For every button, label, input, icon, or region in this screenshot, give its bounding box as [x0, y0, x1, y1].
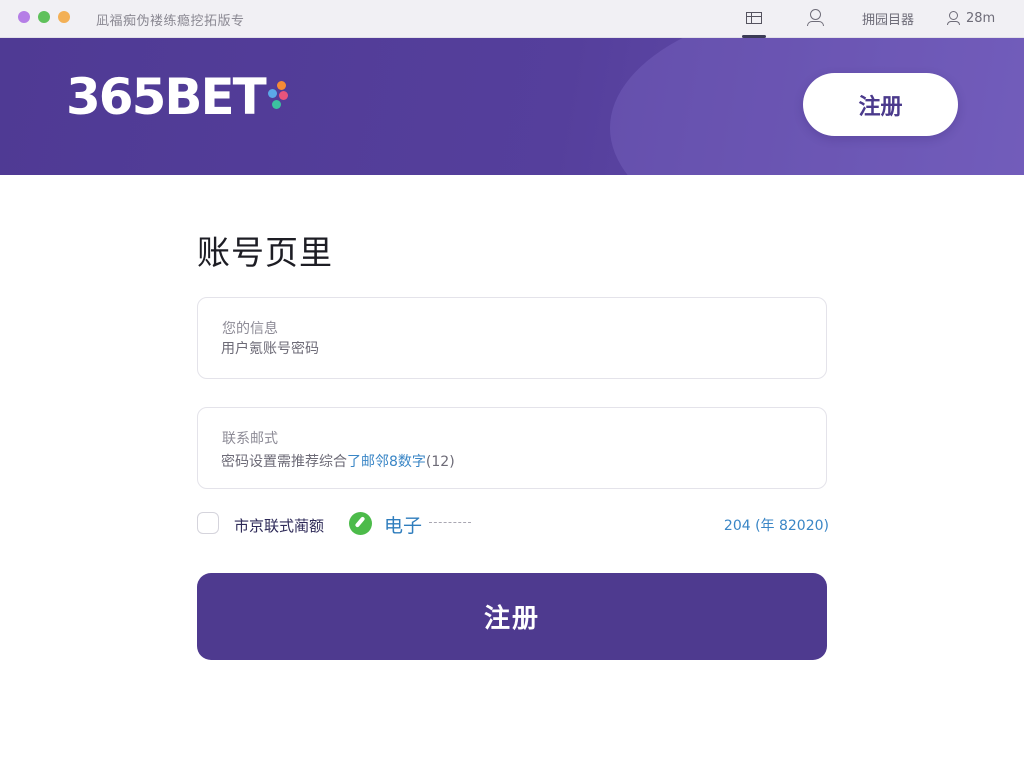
toolbar-account-label: 28m — [966, 10, 996, 26]
user-icon — [946, 11, 960, 25]
logo-dots-icon — [267, 80, 289, 114]
footnote-text: 204 (年 82020) — [723, 518, 829, 534]
toolbar-account-button[interactable]: 28m — [946, 9, 995, 27]
contact-field-label: 联系邮式 — [222, 431, 278, 447]
user-icon — [806, 9, 824, 27]
contact-hint-tail: (12) — [425, 454, 455, 470]
agree-checkbox[interactable] — [197, 512, 219, 534]
check-circle-icon — [349, 512, 372, 535]
window-controls — [18, 11, 70, 23]
grid-icon — [746, 12, 762, 24]
agree-checkbox-label[interactable]: 市京联式蔺额 — [234, 515, 324, 536]
minimize-window-button[interactable] — [38, 11, 50, 23]
close-window-button[interactable] — [18, 11, 30, 23]
status-label: 电子 — [384, 515, 423, 537]
window-titlebar: 凪福痴伪褛练瘾挖拓版专 拥园目器 28m — [0, 0, 1024, 38]
logo-text: 365BET — [66, 68, 267, 126]
brand-header: 365BET 注册 — [0, 38, 1024, 175]
account-field[interactable]: 您的信息 — [197, 297, 827, 379]
toolbar-grid-button[interactable] — [742, 9, 766, 38]
toolbar-menu-link[interactable]: 拥园目器 — [862, 9, 915, 28]
contact-hint-text: 密码设置需推荐综合 — [221, 454, 347, 470]
options-row: 市京联式蔺额 电子 204 (年 82020) — [197, 511, 829, 539]
toolbar-menu-label: 拥园目器 — [862, 12, 915, 28]
header-register-button[interactable]: 注册 — [803, 73, 958, 136]
contact-input[interactable]: 密码设置需推荐综合了邮邻8数字(12) — [221, 451, 801, 471]
toolbar-profile-button[interactable] — [806, 9, 824, 27]
status-divider — [429, 522, 471, 523]
window-title: 凪福痴伪褛练瘾挖拓版专 — [96, 14, 245, 29]
maximize-window-button[interactable] — [58, 11, 70, 23]
page-title: 账号页里 — [197, 233, 333, 272]
register-submit-button[interactable]: 注册 — [197, 573, 827, 660]
contact-hint-accent: 了邮邻8数字 — [347, 454, 426, 470]
brand-logo[interactable]: 365BET — [66, 72, 289, 122]
account-input[interactable] — [221, 341, 801, 357]
account-field-label: 您的信息 — [222, 321, 278, 337]
contact-field[interactable]: 联系邮式 密码设置需推荐综合了邮邻8数字(12) — [197, 407, 827, 489]
